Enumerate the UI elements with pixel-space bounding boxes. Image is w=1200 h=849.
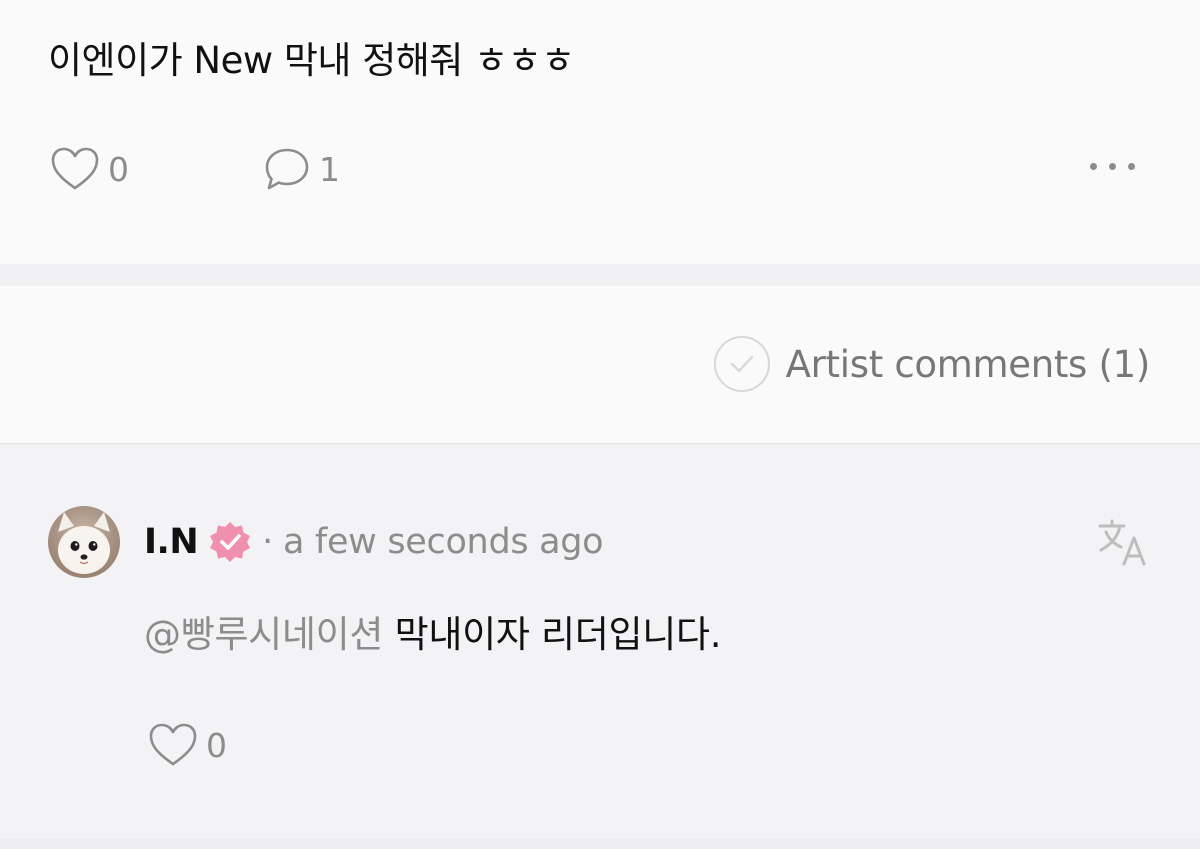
- comment-author[interactable]: I.N: [144, 522, 199, 562]
- more-dot: [1128, 163, 1135, 170]
- comment-mention[interactable]: @빵루시네이션: [144, 613, 383, 656]
- post-like-button[interactable]: 0: [50, 146, 129, 192]
- artist-comments-bar: Artist comments (1): [0, 286, 1200, 444]
- more-dot: [1109, 163, 1116, 170]
- comment-bubble-icon: [265, 148, 309, 190]
- comment-text: 막내이자 리더입니다.: [394, 613, 722, 656]
- section-divider: [0, 264, 1200, 286]
- artist-comment: I.N · a few seconds ago @빵루시네이션 막내이자 리더입…: [0, 444, 1200, 839]
- bottom-divider: [0, 839, 1200, 849]
- more-options-icon[interactable]: [1090, 163, 1135, 170]
- post-like-count: 0: [108, 149, 129, 189]
- comment-header: I.N · a few seconds ago: [144, 520, 604, 564]
- heart-icon: [149, 723, 197, 766]
- post-text: 이엔이가 New 막내 정해줘 ㅎㅎㅎ: [48, 39, 575, 82]
- artist-comments-toggle[interactable]: Artist comments (1): [713, 336, 1151, 392]
- comment-body: @빵루시네이션 막내이자 리더입니다.: [144, 604, 722, 658]
- verified-badge-icon: [210, 522, 251, 562]
- comment-like-button[interactable]: 0: [148, 722, 227, 768]
- translate-icon[interactable]: [1096, 516, 1148, 572]
- comment-timestamp: a few seconds ago: [282, 522, 604, 562]
- check-circle-icon: [713, 336, 770, 392]
- heart-icon: [51, 147, 99, 190]
- post-comment-count: 1: [319, 149, 340, 189]
- comment-separator: ·: [262, 522, 273, 562]
- post-comment-button[interactable]: 1: [263, 146, 340, 192]
- post-card: 이엔이가 New 막내 정해줘 ㅎㅎㅎ 0 1: [0, 0, 1200, 264]
- comment-like-count: 0: [206, 725, 227, 765]
- avatar[interactable]: [48, 506, 120, 578]
- artist-comments-label: Artist comments (1): [785, 342, 1151, 386]
- more-dot: [1090, 163, 1097, 170]
